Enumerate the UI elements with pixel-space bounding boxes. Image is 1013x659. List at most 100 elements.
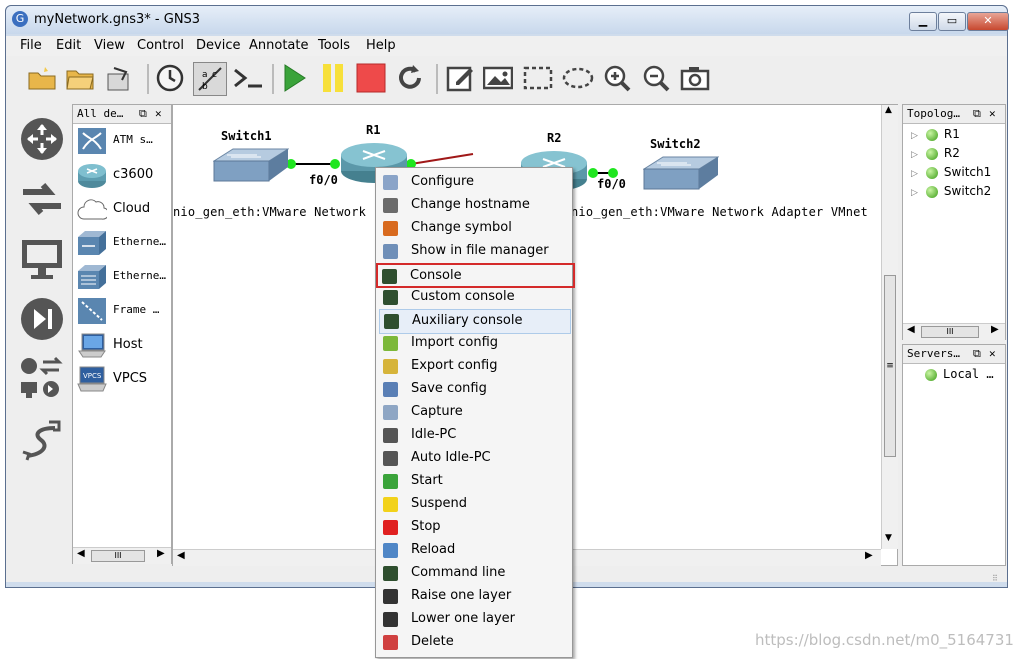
- menu-item-configure[interactable]: Configure: [379, 171, 569, 194]
- r2-label[interactable]: R2: [547, 131, 561, 145]
- all-devices-category-icon[interactable]: [19, 356, 65, 402]
- scroll-thumb[interactable]: III: [921, 326, 979, 338]
- server-item-local[interactable]: Local …: [917, 367, 994, 386]
- switches-category-icon[interactable]: [19, 176, 65, 222]
- menu-view[interactable]: View: [94, 38, 125, 53]
- insert-image-icon[interactable]: [482, 62, 514, 94]
- device-item-frame-relay[interactable]: Frame …: [75, 295, 171, 327]
- devices-hscrollbar[interactable]: ◀ III ▶: [73, 547, 171, 564]
- console-all-icon[interactable]: [232, 62, 264, 94]
- start-all-icon[interactable]: [278, 62, 310, 94]
- close-icon[interactable]: ✕: [989, 105, 996, 123]
- menu-tools[interactable]: Tools: [318, 38, 350, 53]
- menu-annotate[interactable]: Annotate: [249, 38, 308, 53]
- menu-item-command-line[interactable]: Command line: [379, 562, 569, 585]
- menu-item-save-config[interactable]: Save config: [379, 378, 569, 401]
- menu-file[interactable]: File: [20, 38, 42, 53]
- menu-help[interactable]: Help: [366, 38, 396, 53]
- security-devices-category-icon[interactable]: [19, 296, 65, 342]
- device-item-c3600[interactable]: c3600: [75, 159, 171, 191]
- scroll-down-icon[interactable]: ▼: [885, 533, 892, 543]
- topology-item-switch1[interactable]: ▷ Switch1: [911, 165, 991, 184]
- close-button[interactable]: ✕: [967, 12, 1009, 31]
- scroll-right-icon[interactable]: ▶: [865, 550, 873, 561]
- r1-label[interactable]: R1: [366, 123, 380, 137]
- menu-item-auxiliary-console[interactable]: Auxiliary console: [379, 309, 571, 334]
- menu-item-export-config[interactable]: Export config: [379, 355, 569, 378]
- menu-control[interactable]: Control: [137, 38, 184, 53]
- maximize-button[interactable]: ▭: [938, 12, 966, 31]
- cloud-icon: [77, 195, 110, 223]
- minimize-button[interactable]: ▁: [909, 12, 937, 31]
- topology-item-r1[interactable]: ▷ R1: [911, 127, 960, 146]
- expand-arrow-icon[interactable]: ▷: [911, 188, 918, 198]
- close-icon[interactable]: ✕: [155, 105, 162, 123]
- topology-item-switch2[interactable]: ▷ Switch2: [911, 184, 991, 203]
- show-interface-labels-icon[interactable]: acb: [193, 62, 227, 96]
- expand-arrow-icon[interactable]: ▷: [911, 169, 918, 179]
- switch2-label[interactable]: Switch2: [650, 137, 701, 151]
- screenshot-icon[interactable]: [679, 62, 711, 94]
- menu-item-import-config[interactable]: Import config: [379, 332, 569, 355]
- device-item-atm-switch[interactable]: ATM s…: [75, 125, 171, 157]
- suspend-all-icon[interactable]: [317, 62, 349, 94]
- switch2-icon[interactable]: [642, 155, 720, 195]
- scroll-right-icon[interactable]: ▶: [991, 324, 999, 335]
- close-icon[interactable]: ✕: [989, 345, 996, 363]
- save-project-icon[interactable]: [103, 62, 135, 94]
- menu-item-delete[interactable]: Delete: [379, 631, 569, 654]
- device-item-cloud[interactable]: Cloud: [75, 193, 171, 225]
- menu-edit[interactable]: Edit: [56, 38, 81, 53]
- add-note-icon[interactable]: [444, 62, 476, 94]
- zoom-out-icon[interactable]: [640, 62, 672, 94]
- scroll-up-icon[interactable]: ▲: [885, 105, 892, 115]
- draw-ellipse-icon[interactable]: [562, 62, 594, 94]
- menu-item-console[interactable]: Console: [376, 263, 575, 288]
- menu-item-idle-pc[interactable]: Idle-PC: [379, 424, 569, 447]
- float-icon[interactable]: ⧉: [973, 105, 981, 123]
- menu-item-custom-console[interactable]: Custom console: [379, 286, 569, 309]
- new-project-icon[interactable]: [26, 62, 58, 94]
- reload-all-icon[interactable]: [394, 62, 426, 94]
- device-item-host[interactable]: Host: [75, 329, 171, 361]
- scroll-left-icon[interactable]: ◀: [77, 548, 85, 559]
- draw-rectangle-icon[interactable]: [522, 62, 554, 94]
- topology-hscrollbar[interactable]: ◀ III ▶: [903, 323, 1005, 340]
- add-link-icon[interactable]: [19, 416, 65, 462]
- stop-all-icon[interactable]: [355, 62, 387, 94]
- menu-item-auto-idle-pc[interactable]: Auto Idle-PC: [379, 447, 569, 470]
- device-item-ethernet-hub[interactable]: Etherne…: [75, 227, 171, 259]
- scroll-left-icon[interactable]: ◀: [177, 550, 185, 561]
- menu-item-lower-one-layer[interactable]: Lower one layer: [379, 608, 569, 631]
- routers-category-icon[interactable]: [19, 116, 65, 162]
- menu-item-reload[interactable]: Reload: [379, 539, 569, 562]
- menu-item-capture[interactable]: Capture: [379, 401, 569, 424]
- switch1-icon[interactable]: [212, 147, 290, 187]
- scroll-left-icon[interactable]: ◀: [907, 324, 915, 335]
- menu-item-start[interactable]: Start: [379, 470, 569, 493]
- scroll-thumb[interactable]: ≡: [884, 275, 896, 457]
- expand-arrow-icon[interactable]: ▷: [911, 150, 918, 160]
- menu-item-change-symbol[interactable]: Change symbol: [379, 217, 569, 240]
- open-project-icon[interactable]: [64, 62, 96, 94]
- menu-item-change-hostname[interactable]: Change hostname: [379, 194, 569, 217]
- canvas-vscrollbar[interactable]: ▲ ≡ ▼: [881, 105, 898, 549]
- menu-device[interactable]: Device: [196, 38, 240, 53]
- size-grip-icon[interactable]: ⠿: [992, 574, 1004, 584]
- float-icon[interactable]: ⧉: [139, 105, 147, 123]
- scroll-right-icon[interactable]: ▶: [157, 548, 165, 559]
- device-item-vpcs[interactable]: VPCS VPCS: [75, 363, 171, 395]
- float-icon[interactable]: ⧉: [973, 345, 981, 363]
- switch1-label[interactable]: Switch1: [221, 129, 272, 143]
- end-devices-category-icon[interactable]: [19, 236, 65, 282]
- topology-item-r2[interactable]: ▷ R2: [911, 146, 960, 165]
- expand-arrow-icon[interactable]: ▷: [911, 131, 918, 141]
- menu-item-show-in-file-manager[interactable]: Show in file manager: [379, 240, 569, 263]
- scroll-thumb[interactable]: III: [91, 550, 145, 562]
- device-item-ethernet-switch[interactable]: Etherne…: [75, 261, 171, 293]
- zoom-in-icon[interactable]: [601, 62, 633, 94]
- menu-item-raise-one-layer[interactable]: Raise one layer: [379, 585, 569, 608]
- clock-icon[interactable]: [154, 62, 186, 94]
- menu-item-stop[interactable]: Stop: [379, 516, 569, 539]
- menu-item-suspend[interactable]: Suspend: [379, 493, 569, 516]
